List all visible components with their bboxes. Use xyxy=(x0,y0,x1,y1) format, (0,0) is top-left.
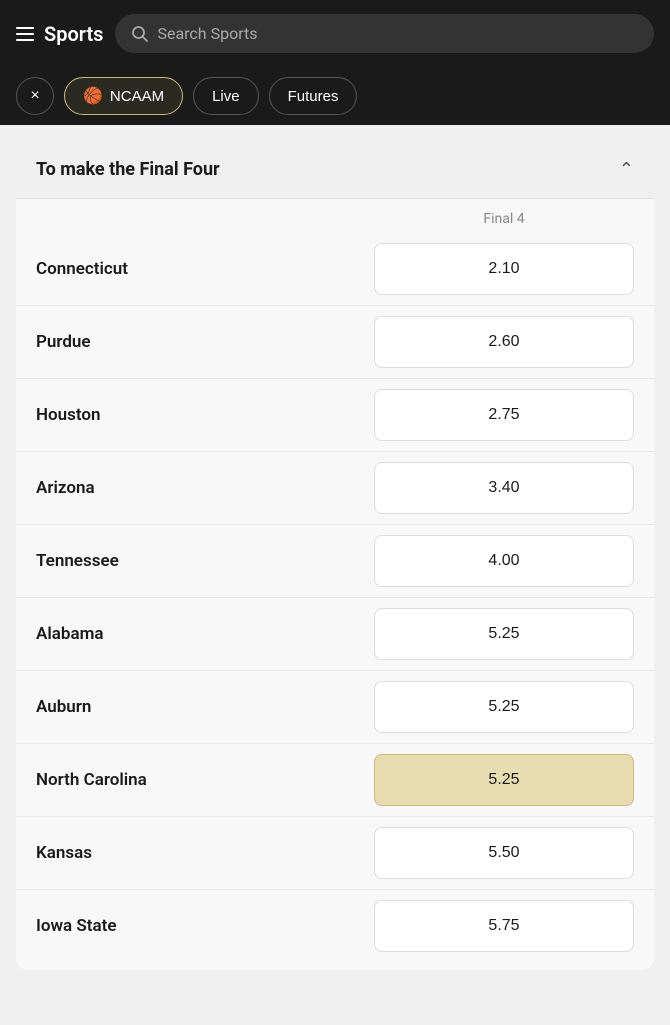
column-final4-label: Final 4 xyxy=(374,211,634,227)
table-row: Auburn 5.25 xyxy=(16,670,654,743)
hamburger-icon xyxy=(16,27,34,41)
column-headers: Final 4 xyxy=(16,199,654,233)
basketball-icon: 🏀 xyxy=(83,86,103,106)
odds-button[interactable]: 5.25 xyxy=(374,681,634,733)
odds-button[interactable]: 2.60 xyxy=(374,316,634,368)
tab-futures[interactable]: Futures xyxy=(269,77,358,115)
team-name: Houston xyxy=(36,405,374,425)
tab-ncaam[interactable]: 🏀 NCAAM xyxy=(64,77,183,115)
search-bar[interactable]: Search Sports xyxy=(115,14,654,53)
app-title: Sports xyxy=(44,22,103,46)
chevron-up-icon[interactable]: ⌃ xyxy=(619,159,634,180)
tab-futures-label: Futures xyxy=(288,88,339,105)
close-button[interactable]: × xyxy=(16,77,54,115)
table-row: Tennessee 4.00 xyxy=(16,524,654,597)
table-row: Houston 2.75 xyxy=(16,378,654,451)
table-row: Connecticut 2.10 xyxy=(16,233,654,305)
odds-button[interactable]: 5.50 xyxy=(374,827,634,879)
betting-card: To make the Final Four ⌃ Final 4 Connect… xyxy=(16,141,654,970)
table-row: Iowa State 5.75 xyxy=(16,889,654,962)
filter-bar: × 🏀 NCAAM Live Futures xyxy=(0,67,670,125)
main-content: To make the Final Four ⌃ Final 4 Connect… xyxy=(0,125,670,1025)
odds-button[interactable]: 5.75 xyxy=(374,900,634,952)
odds-button[interactable]: 2.75 xyxy=(374,389,634,441)
team-name: Arizona xyxy=(36,478,374,498)
odds-button[interactable]: 2.10 xyxy=(374,243,634,295)
search-icon xyxy=(131,25,149,43)
search-placeholder-text: Search Sports xyxy=(157,24,257,43)
odds-button[interactable]: 3.40 xyxy=(374,462,634,514)
team-name: Purdue xyxy=(36,332,374,352)
team-name: Kansas xyxy=(36,843,374,863)
tab-live-label: Live xyxy=(212,88,240,105)
odds-button[interactable]: 5.25 xyxy=(374,608,634,660)
tab-live[interactable]: Live xyxy=(193,77,259,115)
tab-ncaam-label: NCAAM xyxy=(110,88,164,105)
odds-button-selected[interactable]: 5.25 xyxy=(374,754,634,806)
table-row: Purdue 2.60 xyxy=(16,305,654,378)
team-name: Alabama xyxy=(36,624,374,644)
betting-rows-container: Connecticut 2.10 Purdue 2.60 Houston 2.7… xyxy=(16,233,654,970)
team-name: North Carolina xyxy=(36,770,374,790)
table-row: Arizona 3.40 xyxy=(16,451,654,524)
card-title: To make the Final Four xyxy=(36,159,220,180)
odds-button[interactable]: 4.00 xyxy=(374,535,634,587)
table-row: Kansas 5.50 xyxy=(16,816,654,889)
team-name: Connecticut xyxy=(36,259,374,279)
team-name: Iowa State xyxy=(36,916,374,936)
app-header: Sports Search Sports xyxy=(0,0,670,67)
sports-menu-button[interactable]: Sports xyxy=(16,22,103,46)
card-header: To make the Final Four ⌃ xyxy=(16,141,654,199)
team-name: Tennessee xyxy=(36,551,374,571)
table-row: North Carolina 5.25 xyxy=(16,743,654,816)
team-name: Auburn xyxy=(36,697,374,717)
table-row: Alabama 5.25 xyxy=(16,597,654,670)
